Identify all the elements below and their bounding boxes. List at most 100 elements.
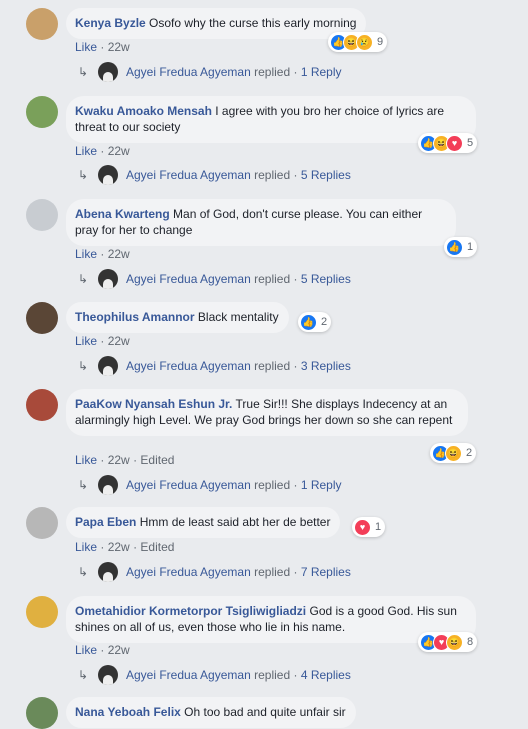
comment-meta: Like · 22w bbox=[75, 144, 130, 158]
comment-meta: Like · 22w · Edited bbox=[75, 540, 174, 554]
reply-arrow-icon: ↳ bbox=[78, 668, 89, 682]
reaction-summary[interactable]: 👍 😆 ♥ 5 bbox=[418, 133, 478, 153]
like-link[interactable]: Like bbox=[75, 40, 97, 54]
avatar[interactable] bbox=[26, 507, 58, 539]
separator: · bbox=[293, 359, 298, 373]
reply-count[interactable]: 5 Replies bbox=[301, 168, 351, 182]
like-reaction-icon: 👍 bbox=[300, 313, 317, 331]
reply-count[interactable]: 5 Replies bbox=[301, 272, 351, 286]
separator: · bbox=[100, 247, 105, 261]
reply-summary[interactable]: ↳ Agyei Fredua Agyeman replied · 7 Repli… bbox=[78, 562, 351, 582]
replied-label: replied bbox=[254, 565, 291, 579]
reply-count[interactable]: 1 Reply bbox=[301, 478, 342, 492]
comment-author[interactable]: Kenya Byzle bbox=[75, 16, 146, 30]
comment-text: Oh too bad and quite unfair sir bbox=[184, 705, 346, 719]
reply-user[interactable]: Agyei Fredua Agyeman bbox=[126, 65, 251, 79]
reply-avatar bbox=[98, 562, 118, 582]
comment-author[interactable]: Abena Kwarteng bbox=[75, 207, 170, 221]
comment-author[interactable]: Nana Yeboah Felix bbox=[75, 705, 181, 719]
like-link[interactable]: Like bbox=[75, 643, 97, 657]
like-link[interactable]: Like bbox=[75, 453, 97, 467]
separator: · bbox=[100, 334, 105, 348]
separator: · bbox=[293, 478, 298, 492]
reply-arrow-icon: ↳ bbox=[78, 65, 89, 79]
avatar[interactable] bbox=[26, 302, 58, 334]
reply-count[interactable]: 4 Replies bbox=[301, 668, 351, 682]
avatar[interactable] bbox=[26, 96, 58, 128]
replied-label: replied bbox=[254, 168, 291, 182]
reply-arrow-icon: ↳ bbox=[78, 168, 89, 182]
separator: · bbox=[293, 272, 298, 286]
avatar[interactable] bbox=[26, 389, 58, 421]
reply-avatar bbox=[98, 356, 118, 376]
sad-reaction-icon: 😢 bbox=[356, 33, 373, 51]
reply-user[interactable]: Agyei Fredua Agyeman bbox=[126, 168, 251, 182]
avatar[interactable] bbox=[26, 697, 58, 729]
timestamp[interactable]: 22w bbox=[108, 643, 130, 657]
comment-author[interactable]: Papa Eben bbox=[75, 515, 136, 529]
reaction-summary[interactable]: ♥ 1 bbox=[352, 517, 386, 537]
replied-label: replied bbox=[254, 65, 291, 79]
timestamp[interactable]: 22w bbox=[108, 40, 130, 54]
reply-summary[interactable]: ↳ Agyei Fredua Agyeman replied · 1 Reply bbox=[78, 475, 342, 495]
reaction-summary[interactable]: 👍 😆 2 bbox=[430, 443, 477, 463]
comment-author[interactable]: Theophilus Amannor bbox=[75, 310, 195, 324]
timestamp[interactable]: 22w bbox=[108, 247, 130, 261]
reply-count[interactable]: 7 Replies bbox=[301, 565, 351, 579]
separator: · bbox=[100, 643, 105, 657]
reply-avatar bbox=[98, 62, 118, 82]
reply-summary[interactable]: ↳ Agyei Fredua Agyeman replied · 1 Reply bbox=[78, 62, 342, 82]
comment-meta: Like · 22w bbox=[75, 40, 130, 54]
reaction-count: 1 bbox=[375, 521, 382, 533]
comment-bubble: Abena Kwarteng Man of God, don't curse p… bbox=[66, 199, 456, 246]
comment-bubble: PaaKow Nyansah Eshun Jr. True Sir!!! She… bbox=[66, 389, 468, 436]
reply-user[interactable]: Agyei Fredua Agyeman bbox=[126, 668, 251, 682]
comment-author[interactable]: Ometahidior Kormetorpor Tsigliwigliadzi bbox=[75, 604, 306, 618]
comment-text: Osofo why the curse this early morning bbox=[149, 16, 357, 30]
reaction-count: 8 bbox=[467, 636, 474, 648]
timestamp[interactable]: 22w bbox=[108, 144, 130, 158]
separator: · bbox=[293, 168, 298, 182]
reply-user[interactable]: Agyei Fredua Agyeman bbox=[126, 478, 251, 492]
like-link[interactable]: Like bbox=[75, 247, 97, 261]
reaction-summary[interactable]: 👍 2 bbox=[298, 312, 332, 332]
timestamp[interactable]: 22w bbox=[108, 453, 130, 467]
reply-user[interactable]: Agyei Fredua Agyeman bbox=[126, 359, 251, 373]
timestamp[interactable]: 22w bbox=[108, 334, 130, 348]
avatar[interactable] bbox=[26, 8, 58, 40]
like-link[interactable]: Like bbox=[75, 334, 97, 348]
reply-arrow-icon: ↳ bbox=[78, 359, 89, 373]
comment-text: Black mentality bbox=[197, 310, 279, 324]
edited-label[interactable]: Edited bbox=[140, 453, 174, 467]
reply-summary[interactable]: ↳ Agyei Fredua Agyeman replied · 3 Repli… bbox=[78, 356, 351, 376]
edited-label[interactable]: Edited bbox=[140, 540, 174, 554]
comment-author[interactable]: PaaKow Nyansah Eshun Jr. bbox=[75, 397, 232, 411]
reply-user[interactable]: Agyei Fredua Agyeman bbox=[126, 565, 251, 579]
timestamp[interactable]: 22w bbox=[108, 540, 130, 554]
haha-reaction-icon: 😆 bbox=[445, 444, 462, 462]
reaction-summary[interactable]: 👍 😆 😢 9 bbox=[328, 32, 388, 52]
reaction-count: 9 bbox=[377, 36, 384, 48]
reply-summary[interactable]: ↳ Agyei Fredua Agyeman replied · 4 Repli… bbox=[78, 665, 351, 685]
reaction-summary[interactable]: 👍 ♥ 😆 8 bbox=[418, 632, 478, 652]
avatar[interactable] bbox=[26, 596, 58, 628]
separator: · bbox=[293, 65, 298, 79]
comment-author[interactable]: Kwaku Amoako Mensah bbox=[75, 104, 212, 118]
reply-count[interactable]: 3 Replies bbox=[301, 359, 351, 373]
reply-summary[interactable]: ↳ Agyei Fredua Agyeman replied · 5 Repli… bbox=[78, 165, 351, 185]
comment-text: Hmm de least said abt her de better bbox=[139, 515, 331, 529]
reply-count[interactable]: 1 Reply bbox=[301, 65, 342, 79]
replied-label: replied bbox=[254, 272, 291, 286]
reply-summary[interactable]: ↳ Agyei Fredua Agyeman replied · 5 Repli… bbox=[78, 269, 351, 289]
comment-meta: Like · 22w bbox=[75, 247, 130, 261]
love-reaction-icon: ♥ bbox=[354, 518, 371, 536]
like-link[interactable]: Like bbox=[75, 144, 97, 158]
like-link[interactable]: Like bbox=[75, 540, 97, 554]
reaction-summary[interactable]: 👍 1 bbox=[444, 237, 478, 257]
reply-user[interactable]: Agyei Fredua Agyeman bbox=[126, 272, 251, 286]
avatar[interactable] bbox=[26, 199, 58, 231]
separator: · bbox=[293, 565, 298, 579]
reply-avatar bbox=[98, 665, 118, 685]
replied-label: replied bbox=[254, 668, 291, 682]
love-reaction-icon: ♥ bbox=[446, 134, 463, 152]
